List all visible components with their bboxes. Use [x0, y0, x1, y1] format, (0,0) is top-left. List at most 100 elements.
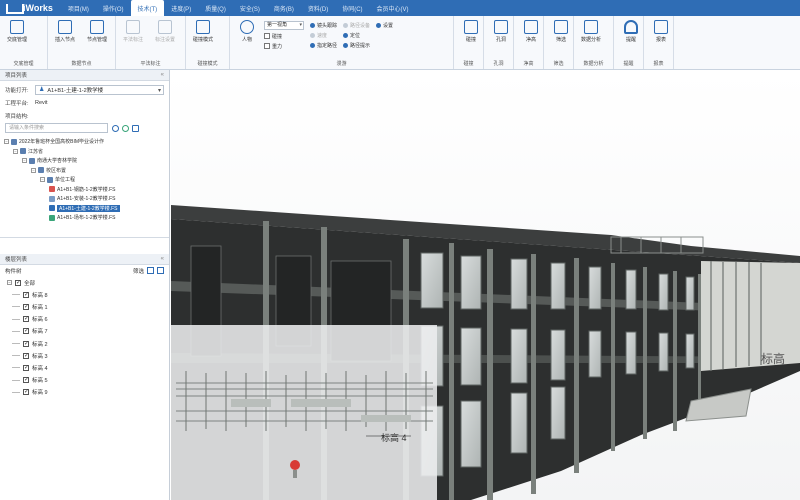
menu-item[interactable]: 质量(Q) — [198, 0, 233, 16]
expand-icon[interactable] — [147, 267, 154, 274]
tree-node[interactable]: A1+B1-钢筋-1-2教学楼.FS — [4, 185, 166, 195]
menu-item[interactable]: 资料(D) — [301, 0, 335, 16]
locate-icon[interactable] — [122, 124, 129, 132]
floor-checkbox[interactable] — [23, 315, 29, 323]
tree-node[interactable]: − 校区布置 — [4, 166, 166, 176]
person-view-button[interactable]: 人物 — [232, 19, 262, 44]
tree-node[interactable]: A1+B1-安装-1-2教学楼.FS — [4, 194, 166, 204]
refresh-icon[interactable] — [112, 124, 119, 132]
tree-node[interactable]: − 南通大学杏林学院 — [4, 156, 166, 166]
ribbon-icon — [654, 20, 668, 34]
floor-checkbox[interactable] — [23, 388, 29, 396]
ribbon-button[interactable]: 净高 — [516, 19, 546, 44]
person-icon — [240, 20, 254, 34]
menu-item[interactable]: 安全(S) — [233, 0, 267, 16]
view-checkbox[interactable]: 碰撞 — [264, 32, 304, 40]
roam-option[interactable]: 路径设备 — [343, 21, 370, 29]
roam-option[interactable]: 定位 — [343, 31, 370, 39]
ribbon-group-title: 净高 — [523, 61, 534, 67]
floor-checkbox[interactable] — [23, 340, 29, 347]
ribbon-button[interactable]: 碰撞 — [456, 19, 486, 44]
floor-checkbox[interactable] — [15, 279, 21, 286]
floor-item[interactable]: 标高 4 — [0, 362, 169, 374]
floor-checkbox[interactable] — [23, 291, 29, 298]
ribbon-group: 碰撞模式 碰撞模式 — [186, 16, 230, 69]
ribbon-button[interactable]: 交底管理 — [2, 19, 32, 44]
ribbon-group-title: 孔洞 — [493, 61, 504, 67]
ribbon-button[interactable]: 筛选 — [546, 19, 576, 44]
collapse-icon[interactable]: « — [161, 72, 164, 78]
floor-item[interactable]: − 全部 — [0, 277, 169, 289]
menu-item[interactable]: 技术(T) — [130, 0, 165, 16]
tree-line — [12, 318, 20, 320]
ribbon-button[interactable]: 孔洞 — [486, 19, 516, 44]
app-name: iWorks — [23, 3, 53, 13]
menu-item[interactable]: 商务(B) — [267, 0, 301, 16]
roam-option[interactable]: 镜头跟踪 — [310, 21, 337, 29]
menu-item[interactable]: 协同(C) — [335, 0, 369, 16]
roam-option-label: 速度 — [317, 32, 328, 39]
tree-node[interactable]: − 江苏省 — [4, 147, 166, 157]
tree-node[interactable]: A1+B1-场布-1-2教学楼.FS — [4, 213, 166, 223]
collapse-all-icon[interactable] — [157, 267, 164, 274]
collapse-icon[interactable]: « — [161, 256, 164, 262]
floor-item[interactable]: 标高 2 — [0, 337, 169, 349]
tree-toggle-icon[interactable]: − — [22, 158, 27, 164]
roam-option[interactable]: 路径提示 — [343, 41, 370, 49]
floor-label: 标高 6 — [32, 317, 48, 324]
floor-checkbox[interactable] — [23, 364, 29, 371]
tree-node[interactable]: − 单位工程 — [4, 175, 166, 185]
floor-label: 标高 5 — [32, 378, 48, 385]
ribbon-group-title: 数据分析 — [583, 61, 604, 67]
ribbon-group-title: 报表 — [653, 61, 664, 67]
floor-checkbox[interactable] — [23, 327, 29, 335]
floor-checkbox[interactable] — [23, 352, 29, 359]
ribbon-button[interactable]: 报表 — [646, 19, 676, 44]
floor-item[interactable]: 标高 7 — [0, 325, 169, 337]
view-checkbox[interactable]: 重力 — [264, 42, 304, 50]
ribbon-button[interactable]: 数据分析 — [576, 19, 606, 44]
floor-item[interactable]: 标高 3 — [0, 350, 169, 362]
menu-item[interactable]: 进度(P) — [164, 0, 198, 16]
roam-option[interactable]: 指定路径 — [310, 41, 337, 49]
ribbon-button[interactable]: 平法标注 — [118, 19, 148, 44]
tree-toggle-icon[interactable]: − — [4, 139, 9, 145]
floor-item[interactable]: 标高 1 — [0, 301, 169, 313]
floor-checkbox[interactable] — [23, 376, 29, 384]
ribbon-group-title: 数据节点 — [71, 61, 92, 67]
position-marker[interactable] — [290, 460, 300, 470]
ribbon-group: 插入节点 节点管理数据节点 — [48, 16, 116, 69]
ribbon-button[interactable]: 节点管理 — [82, 19, 112, 44]
filter-button[interactable]: 筛选 — [133, 267, 144, 275]
tree-toggle-icon[interactable]: − — [13, 148, 18, 154]
ribbon-button-label: 插入节点 — [54, 37, 75, 43]
tree-toggle-icon[interactable]: − — [40, 177, 45, 183]
tree-node[interactable]: A1+B1-土建-1-2教学楼.FS — [4, 204, 166, 214]
tree-toggle-icon[interactable]: − — [7, 280, 12, 286]
model-viewport[interactable]: 标高 4 标高 — [171, 71, 800, 500]
ribbon-button[interactable]: 提醒 — [616, 19, 646, 44]
tree-toggle-icon[interactable]: − — [31, 167, 36, 173]
settings-icon[interactable] — [132, 124, 139, 132]
project-search-input[interactable]: 请输入条件搜索 — [5, 123, 108, 133]
project-tree: −2022年鲁班杯全国高校BIM毕业设计作 − 江苏省 − 南通大学杏林学院 − 校区布置 −… — [0, 134, 169, 223]
floor-item[interactable]: 标高 8 — [0, 289, 169, 301]
view-mode-select[interactable]: 第一视角 — [264, 21, 304, 30]
floor-item[interactable]: 标高 6 — [0, 313, 169, 325]
function-row: 功能打开: ♟ A1+B1-土建-1-2教学楼 — [0, 83, 169, 96]
floor-checkbox[interactable] — [23, 303, 29, 310]
roam-option[interactable]: 速度 — [310, 31, 337, 39]
ribbon-button[interactable]: 插入节点 — [50, 19, 80, 44]
menu-item[interactable]: 项目(M) — [61, 0, 96, 16]
ribbon-button[interactable]: 碰撞模式 — [188, 19, 218, 44]
tree-node[interactable]: − 2022年鲁班杯全国高校BIM毕业设计作 — [4, 137, 166, 147]
ribbon-group: 净高 净高 — [514, 16, 544, 69]
menu-item[interactable]: 操作(O) — [96, 0, 131, 16]
floor-item[interactable]: 标高 5 — [0, 374, 169, 386]
floor-item[interactable]: 标高 9 — [0, 386, 169, 398]
ribbon-button[interactable]: 标注设置 — [150, 19, 180, 44]
menu-item[interactable]: 会员中心(V) — [370, 0, 416, 16]
tree-line — [12, 391, 20, 393]
roam-option[interactable]: 设置 — [376, 21, 393, 29]
function-select[interactable]: ♟ A1+B1-土建-1-2教学楼 — [35, 84, 164, 95]
